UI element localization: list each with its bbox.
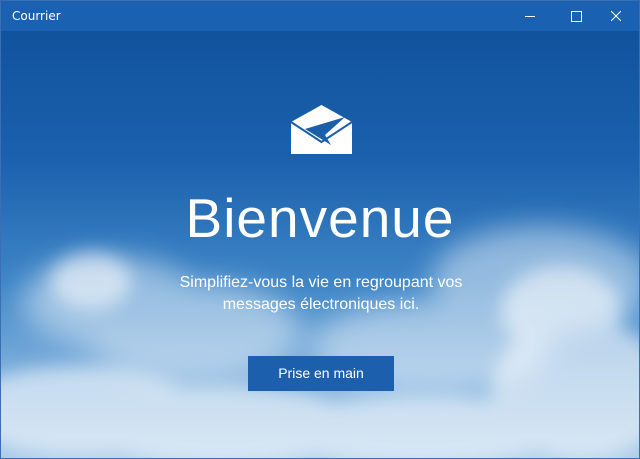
minimize-icon <box>525 15 535 17</box>
mail-envelope-icon <box>291 105 352 154</box>
window-title: Courrier <box>12 9 61 23</box>
minimize-button[interactable] <box>507 1 553 31</box>
title-bar[interactable]: Courrier <box>1 1 639 31</box>
maximize-icon <box>570 10 582 22</box>
mail-app-window: Courrier Bienvenue Simplifiez-vous la vi… <box>0 0 640 459</box>
close-button[interactable] <box>593 1 639 31</box>
close-icon <box>611 11 621 21</box>
get-started-button[interactable]: Prise en main <box>248 356 394 391</box>
welcome-subtitle: Simplifiez-vous la vie en regroupant vos… <box>179 274 463 313</box>
welcome-heading: Bienvenue <box>185 187 455 249</box>
